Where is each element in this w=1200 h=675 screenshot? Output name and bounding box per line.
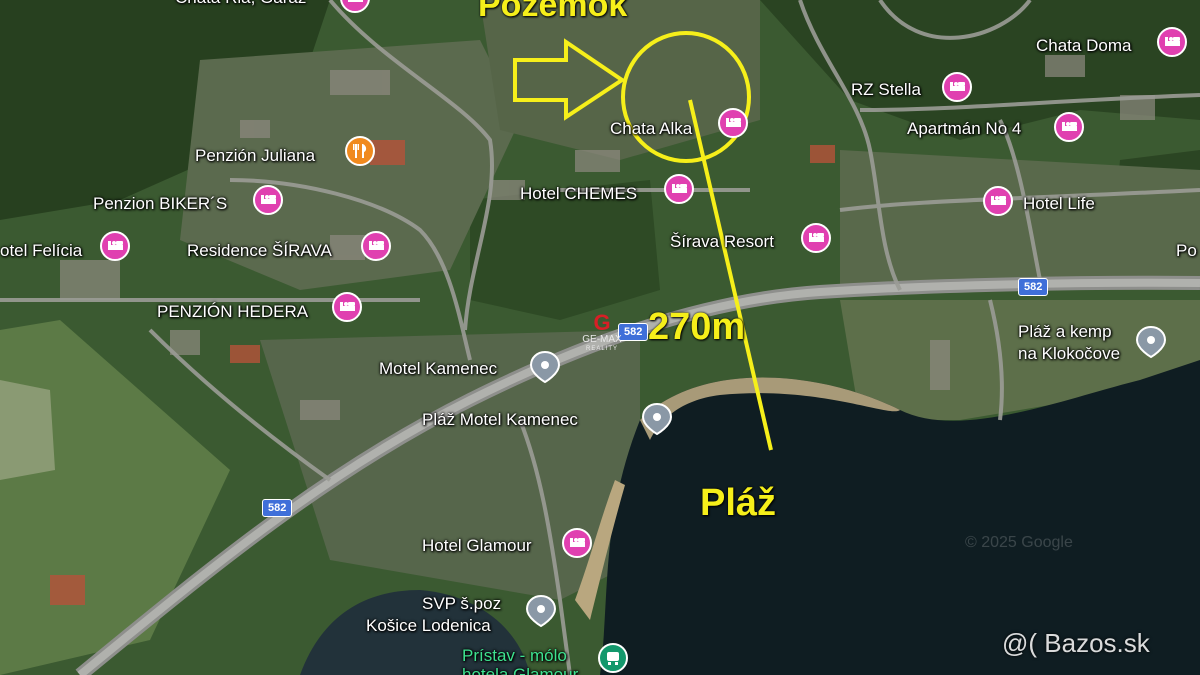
place-label[interactable]: Chata Doma xyxy=(1036,36,1131,56)
place-label[interactable]: hotela Glamour xyxy=(462,665,578,675)
place-label[interactable]: Hotel Life xyxy=(1023,194,1095,214)
hotel-pin-icon[interactable] xyxy=(338,0,372,16)
satellite-map[interactable]: 582 582 582 G GE-MAX REALITY Chata Ria, … xyxy=(0,0,1200,675)
ge-max-logo: G GE-MAX REALITY xyxy=(582,310,622,353)
road-shield-582: 582 xyxy=(262,499,293,517)
hotel-pin-icon[interactable] xyxy=(1155,26,1189,60)
place-label[interactable]: Pláž a kemp xyxy=(1018,322,1112,342)
restaurant-pin-icon[interactable] xyxy=(343,135,377,169)
place-label[interactable]: Košice Lodenica xyxy=(366,616,491,636)
place-label[interactable]: PENZIÓN HEDERA xyxy=(157,302,308,322)
hotel-pin-icon[interactable] xyxy=(330,291,364,325)
hotel-pin-icon[interactable] xyxy=(981,185,1015,219)
place-pin-icon[interactable] xyxy=(528,350,562,384)
hotel-pin-icon[interactable] xyxy=(716,107,750,141)
hotel-pin-icon[interactable] xyxy=(251,184,285,218)
hotel-pin-icon[interactable] xyxy=(940,71,974,105)
hotel-pin-icon[interactable] xyxy=(560,527,594,561)
place-label[interactable]: Hotel CHEMES xyxy=(520,184,637,204)
place-label[interactable]: Pláž Motel Kamenec xyxy=(422,410,578,430)
place-label[interactable]: Šírava Resort xyxy=(670,232,774,252)
bazos-watermark: @( Bazos.sk xyxy=(1002,628,1150,658)
road-shield-582: 582 xyxy=(1018,278,1049,296)
place-label[interactable]: Penzión Juliana xyxy=(195,146,315,166)
beach-annotation: Pláž xyxy=(700,482,777,524)
hotel-pin-icon[interactable] xyxy=(662,173,696,207)
place-label[interactable]: na Klokočove xyxy=(1018,344,1120,364)
place-pin-icon[interactable] xyxy=(1134,325,1168,359)
plot-annotation: Pozemok xyxy=(478,0,628,24)
hotel-pin-icon[interactable] xyxy=(359,230,393,264)
place-label[interactable]: Apartmán No 4 xyxy=(907,119,1021,139)
place-label[interactable]: Chata Alka xyxy=(610,119,692,139)
place-label[interactable]: Penzion BIKER´S xyxy=(93,194,227,214)
hotel-pin-icon[interactable] xyxy=(1052,111,1086,145)
place-label[interactable]: otel Felícia xyxy=(0,241,82,261)
place-label[interactable]: Chata Ria, Garáž xyxy=(175,0,306,8)
hotel-pin-icon[interactable] xyxy=(799,222,833,256)
place-pin-icon[interactable] xyxy=(640,402,674,436)
map-copyright: © 2025 Google xyxy=(965,534,1073,551)
ferry-pin-icon[interactable] xyxy=(596,642,630,675)
place-label[interactable]: Residence ŠÍRAVA xyxy=(187,241,332,261)
place-label[interactable]: Motel Kamenec xyxy=(379,359,497,379)
place-label[interactable]: RZ Stella xyxy=(851,80,921,100)
place-label[interactable]: Prístav - mólo xyxy=(462,646,567,666)
hotel-pin-icon[interactable] xyxy=(98,230,132,264)
place-label: Po xyxy=(1176,241,1197,260)
place-label[interactable]: SVP š.poz xyxy=(422,594,501,614)
place-pin-icon[interactable] xyxy=(524,594,558,628)
place-label[interactable]: Hotel Glamour xyxy=(422,536,532,556)
distance-annotation: 270m xyxy=(648,306,746,348)
